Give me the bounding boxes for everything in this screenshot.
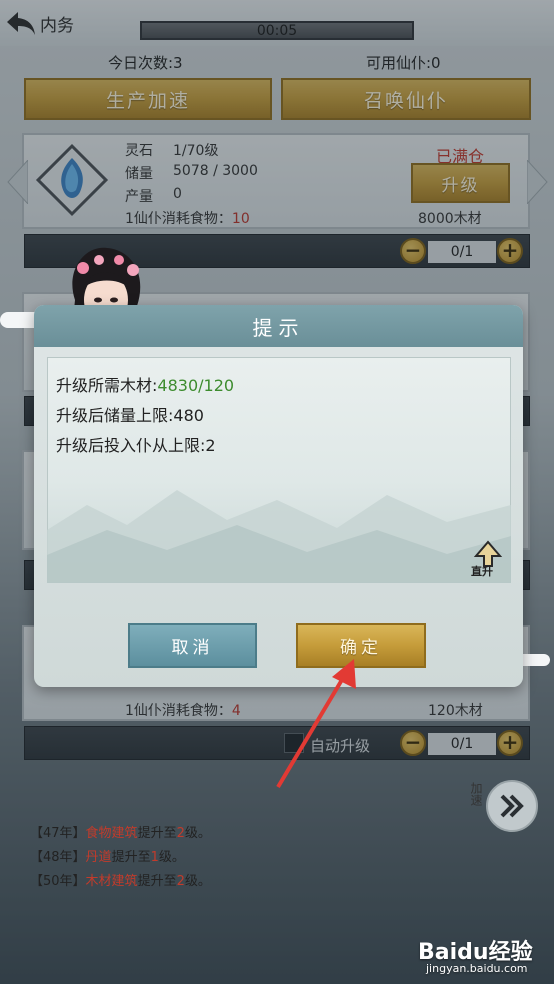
log-year: 【48年】 — [30, 850, 86, 865]
log-end: 级。 — [158, 850, 185, 865]
storage-cap-line: 升级后储量上限:480 — [56, 406, 204, 425]
mountain-background-icon — [47, 490, 511, 583]
direct-upgrade-label: 直升 — [471, 565, 493, 578]
annotation-arrow-icon — [276, 659, 356, 789]
log-entry: 【50年】木材建筑提升至2级。 — [30, 870, 211, 889]
double-chevron-icon — [500, 794, 524, 818]
wood-required-value: 4830/120 — [157, 376, 235, 395]
log-entry: 【47年】食物建筑提升至2级。 — [30, 822, 211, 841]
wood-required-label: 升级所需木材: — [56, 376, 158, 395]
cancel-label: 取消 — [171, 638, 214, 658]
log-entry: 【48年】丹道提升至1级。 — [30, 846, 185, 865]
log-mid: 提升至 — [137, 874, 177, 889]
cancel-button[interactable]: 取消 — [128, 623, 257, 668]
log-level: 1 — [150, 850, 159, 865]
log-year: 【50年】 — [30, 874, 86, 889]
log-end: 级。 — [184, 874, 211, 889]
log-level: 2 — [176, 874, 185, 889]
log-item: 丹道 — [85, 850, 112, 865]
baidu-watermark-url: jingyan.baidu.com — [426, 962, 528, 975]
log-level: 2 — [176, 826, 185, 841]
speed-label: 加速 — [469, 782, 483, 806]
log-mid: 提升至 — [137, 826, 177, 841]
log-item: 食物建筑 — [85, 826, 138, 841]
log-item: 木材建筑 — [85, 874, 138, 889]
speed-toggle-button[interactable] — [486, 780, 538, 832]
dialog-header: 提示 — [34, 305, 523, 347]
log-end: 级。 — [184, 826, 211, 841]
log-year: 【47年】 — [30, 826, 86, 841]
log-mid: 提升至 — [111, 850, 151, 865]
dialog-title: 提示 — [252, 315, 305, 340]
servant-cap-line: 升级后投入仆从上限:2 — [56, 436, 216, 455]
